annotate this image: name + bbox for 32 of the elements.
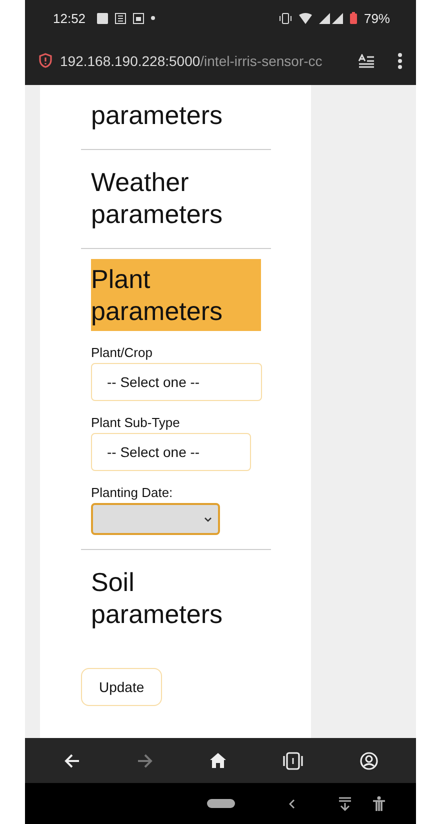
section-header[interactable]: parameters — [91, 95, 261, 135]
calendar-icon — [132, 12, 144, 24]
select-dropdown[interactable]: -- Select one -- — [91, 433, 251, 471]
tabs-icon[interactable] — [282, 752, 302, 770]
menu-icon[interactable] — [398, 52, 402, 68]
section-header[interactable]: Soil parameters — [91, 562, 261, 634]
status-time: 12:52 — [53, 10, 86, 26]
forward-icon[interactable] — [136, 754, 152, 768]
signal-icon — [318, 12, 343, 24]
image-icon — [96, 12, 108, 24]
account-icon[interactable] — [360, 752, 378, 770]
select-dropdown[interactable]: -- Select one -- — [91, 363, 262, 401]
battery-percent: 79% — [364, 10, 390, 26]
back-icon[interactable] — [289, 798, 295, 808]
field-label: Plant Sub-Type — [91, 415, 181, 430]
section-header[interactable]: Plant parameters — [91, 259, 261, 331]
warning-shield-icon — [39, 53, 52, 68]
section-header[interactable]: Weather parameters — [91, 162, 261, 234]
home-icon[interactable] — [210, 753, 226, 768]
home-pill-icon[interactable] — [207, 799, 235, 808]
reader-mode-icon[interactable] — [358, 54, 374, 68]
document-icon — [114, 12, 126, 24]
field-label: Planting Date: — [91, 485, 174, 500]
update-button[interactable]: Update — [81, 668, 162, 706]
notification-pull-icon[interactable] — [339, 796, 351, 810]
vibrate-icon — [278, 12, 292, 24]
chevron-down-icon — [204, 516, 212, 522]
accessibility-icon[interactable] — [373, 796, 385, 811]
field-label: Plant/Crop — [91, 345, 154, 360]
battery-icon — [350, 12, 357, 24]
dot-icon — [150, 16, 155, 20]
wifi-icon — [298, 12, 312, 24]
